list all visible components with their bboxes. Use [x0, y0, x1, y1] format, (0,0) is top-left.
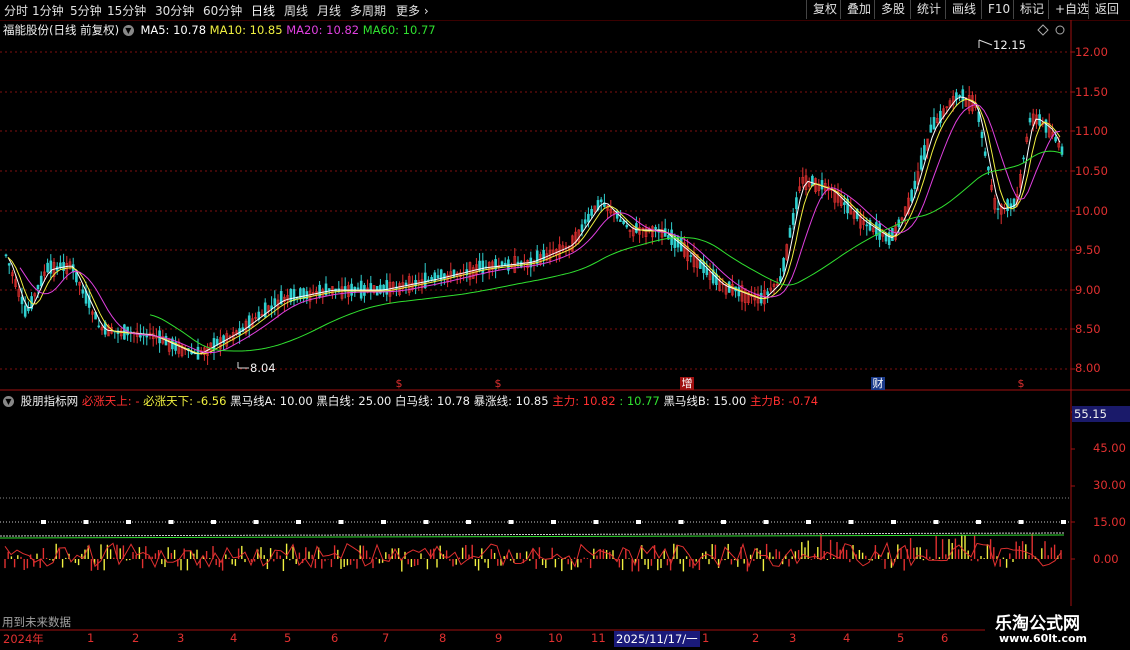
- date-month: 5: [897, 631, 905, 645]
- price-tick: 8.00: [1075, 361, 1101, 375]
- indicator-values: 必涨天上: - 必涨天下: -6.56 黑马线A: 10.00 黑白线: 25.…: [82, 394, 818, 408]
- date-month: 4: [843, 631, 851, 645]
- date-month: 9: [495, 631, 503, 645]
- indicator-item: 黑马线A: 10.00: [230, 394, 317, 408]
- ma10-label: MA10: 10.85: [209, 23, 283, 37]
- date-month: 7: [382, 631, 390, 645]
- watermark-url: www.60lt.com: [999, 632, 1088, 645]
- indicator-item: 必涨天下: -6.56: [143, 394, 231, 408]
- watermark: 乐淘公式网 www.60lt.com: [985, 606, 1130, 650]
- price-tick: 10.50: [1075, 164, 1108, 178]
- price-tick: 8.50: [1075, 322, 1101, 336]
- indicator-item: 主力: 10.82: [552, 394, 620, 408]
- ma20-label: MA20: 10.82: [286, 23, 360, 37]
- date-month: 10: [548, 631, 563, 645]
- finance-marker[interactable]: 财: [871, 377, 885, 390]
- price-tick: 11.00: [1075, 124, 1108, 138]
- indicator-item: 主力B: -0.74: [749, 394, 819, 408]
- date-month: 6: [331, 631, 339, 645]
- increase-marker[interactable]: 增: [680, 377, 694, 390]
- dividend-marker[interactable]: $: [491, 377, 505, 390]
- diamond-icon[interactable]: [1037, 24, 1049, 36]
- indicator-item: 黑白线: 25.00: [316, 394, 395, 408]
- indicator-tick: 15.00: [1093, 515, 1126, 529]
- chevron-down-icon[interactable]: ▼: [122, 25, 134, 36]
- date-month: 4: [230, 631, 238, 645]
- price-legend: 福能股份(日线 前复权) ▼ MA5: 10.78 MA10: 10.85 MA…: [3, 22, 436, 38]
- ma60-label: MA60: 10.77: [362, 23, 436, 37]
- indicator-item: 必涨天上: -: [81, 394, 144, 408]
- date-month: 2: [132, 631, 140, 645]
- date-month: 1: [702, 631, 710, 645]
- indicator-item: : 10.77: [619, 394, 664, 408]
- price-tick: 12.00: [1075, 45, 1108, 59]
- date-month: 5: [284, 631, 292, 645]
- dividend-marker[interactable]: $: [1014, 377, 1028, 390]
- date-month: 2: [752, 631, 760, 645]
- date-month: 3: [789, 631, 797, 645]
- indicator-tick: 30.00: [1093, 478, 1126, 492]
- high-price-label: 12.15: [993, 38, 1026, 52]
- price-tick: 10.00: [1075, 204, 1108, 218]
- low-price-label: 8.04: [250, 361, 276, 375]
- date-month: 1: [87, 631, 95, 645]
- future-data-note: 用到未来数据: [2, 615, 71, 629]
- date-month: 11: [591, 631, 606, 645]
- cursor-date: 2025/11/17/一: [614, 631, 700, 647]
- price-tick: 9.00: [1075, 283, 1101, 297]
- circle-toggle-icon[interactable]: [1055, 25, 1065, 35]
- indicator-item: 暴涨线: 10.85: [473, 394, 553, 408]
- price-tick: 11.50: [1075, 85, 1108, 99]
- dividend-marker[interactable]: $: [392, 377, 406, 390]
- indicator-tick: 45.00: [1093, 441, 1126, 455]
- current-value-box: 55.15: [1072, 406, 1130, 422]
- kline-chart: [0, 20, 1130, 631]
- indicator-name[interactable]: 股朋指标网: [21, 394, 79, 408]
- indicator-item: 黑马线B: 15.00: [663, 394, 750, 408]
- indicator-legend: ▼ 股朋指标网 必涨天上: - 必涨天下: -6.56 黑马线A: 10.00 …: [3, 393, 818, 409]
- date-month: 3: [177, 631, 185, 645]
- stock-title: 福能股份(日线 前复权): [3, 23, 120, 37]
- date-month: 8: [439, 631, 447, 645]
- date-year: 2024年: [3, 632, 44, 646]
- indicator-tick: 0.00: [1093, 552, 1119, 566]
- price-tick: 9.50: [1075, 243, 1101, 257]
- date-month: 6: [941, 631, 949, 645]
- indicator-item: 白马线: 10.78: [395, 394, 474, 408]
- watermark-title: 乐淘公式网: [995, 614, 1080, 634]
- ma5-label: MA5: 10.78: [140, 23, 207, 37]
- chevron-down-icon[interactable]: ▼: [3, 396, 14, 407]
